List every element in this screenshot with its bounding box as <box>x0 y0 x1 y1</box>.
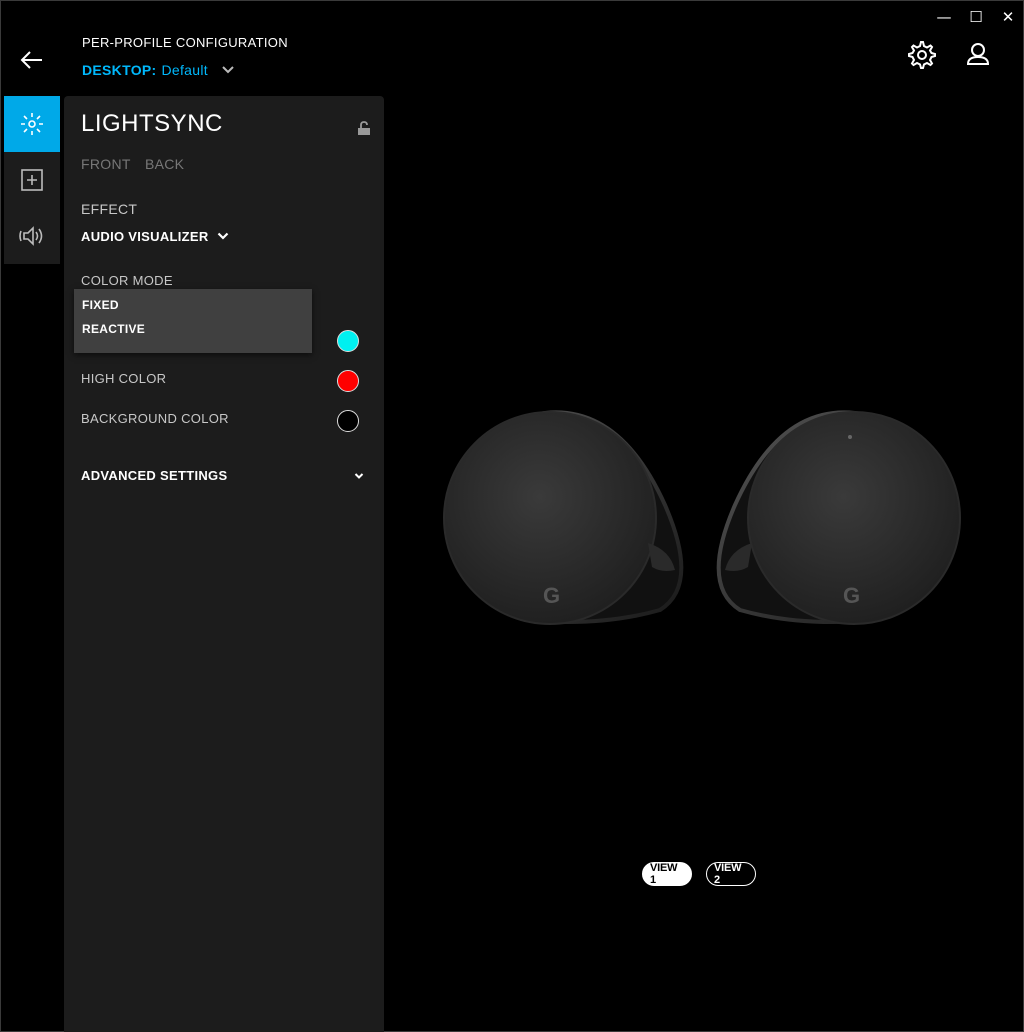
speaker-icon <box>19 226 43 246</box>
color-mode-option-fixed[interactable]: FIXED <box>82 298 119 312</box>
chevron-down-icon <box>217 232 228 240</box>
settings-button[interactable] <box>907 40 937 70</box>
color-mode-option-reactive[interactable]: REACTIVE <box>82 322 145 336</box>
svg-text:G: G <box>543 583 560 608</box>
assignments-icon <box>21 169 43 191</box>
lock-button[interactable] <box>356 120 372 136</box>
speaker-render: G G <box>430 395 970 640</box>
advanced-settings-toggle[interactable]: ADVANCED SETTINGS <box>81 468 364 483</box>
chevron-down-icon <box>354 472 364 479</box>
unlock-icon <box>358 121 370 135</box>
profile-selector[interactable]: DESKTOP: Default <box>82 62 235 78</box>
profile-key: DESKTOP: <box>82 62 157 78</box>
profile-value: Default <box>161 62 208 78</box>
lightsync-panel: LIGHTSYNC FRONT BACK EFFECT AUDIO VISUAL… <box>64 96 384 1032</box>
color-mode-label: COLOR MODE <box>81 273 173 288</box>
back-arrow-icon <box>20 51 42 69</box>
rail-item-audio[interactable] <box>4 208 60 264</box>
chevron-down-icon <box>222 66 234 74</box>
background-color-swatch[interactable] <box>337 410 359 432</box>
tab-back[interactable]: BACK <box>145 156 184 172</box>
effect-value: AUDIO VISUALIZER <box>81 229 209 244</box>
effect-label: EFFECT <box>81 201 138 217</box>
tab-front[interactable]: FRONT <box>81 156 131 172</box>
back-button[interactable] <box>18 46 46 74</box>
speaker-image: G G <box>443 410 961 625</box>
minimize-button[interactable]: — <box>932 8 956 26</box>
view-1-button[interactable]: VIEW 1 <box>642 862 692 886</box>
maximize-button[interactable]: ☐ <box>964 8 988 26</box>
gear-icon <box>908 41 936 69</box>
close-button[interactable]: ✕ <box>996 8 1020 26</box>
account-button[interactable] <box>964 40 994 70</box>
lightsync-icon <box>21 113 43 135</box>
background-color-label: BACKGROUND COLOR <box>81 411 229 426</box>
user-icon <box>966 43 990 65</box>
view-2-button[interactable]: VIEW 2 <box>706 862 756 886</box>
low-color-swatch[interactable] <box>337 330 359 352</box>
high-color-swatch[interactable] <box>337 370 359 392</box>
effect-dropdown[interactable]: AUDIO VISUALIZER <box>81 229 229 244</box>
page-title: PER-PROFILE CONFIGURATION <box>82 35 288 50</box>
svg-text:G: G <box>843 583 860 608</box>
rail-item-assignments[interactable] <box>4 152 60 208</box>
feature-rail <box>4 96 60 264</box>
color-mode-dropdown[interactable]: FIXED REACTIVE <box>74 289 312 353</box>
rail-item-lightsync[interactable] <box>4 96 60 152</box>
high-color-label: HIGH COLOR <box>81 371 167 386</box>
panel-title: LIGHTSYNC <box>81 110 223 137</box>
advanced-settings-label: ADVANCED SETTINGS <box>81 468 228 483</box>
